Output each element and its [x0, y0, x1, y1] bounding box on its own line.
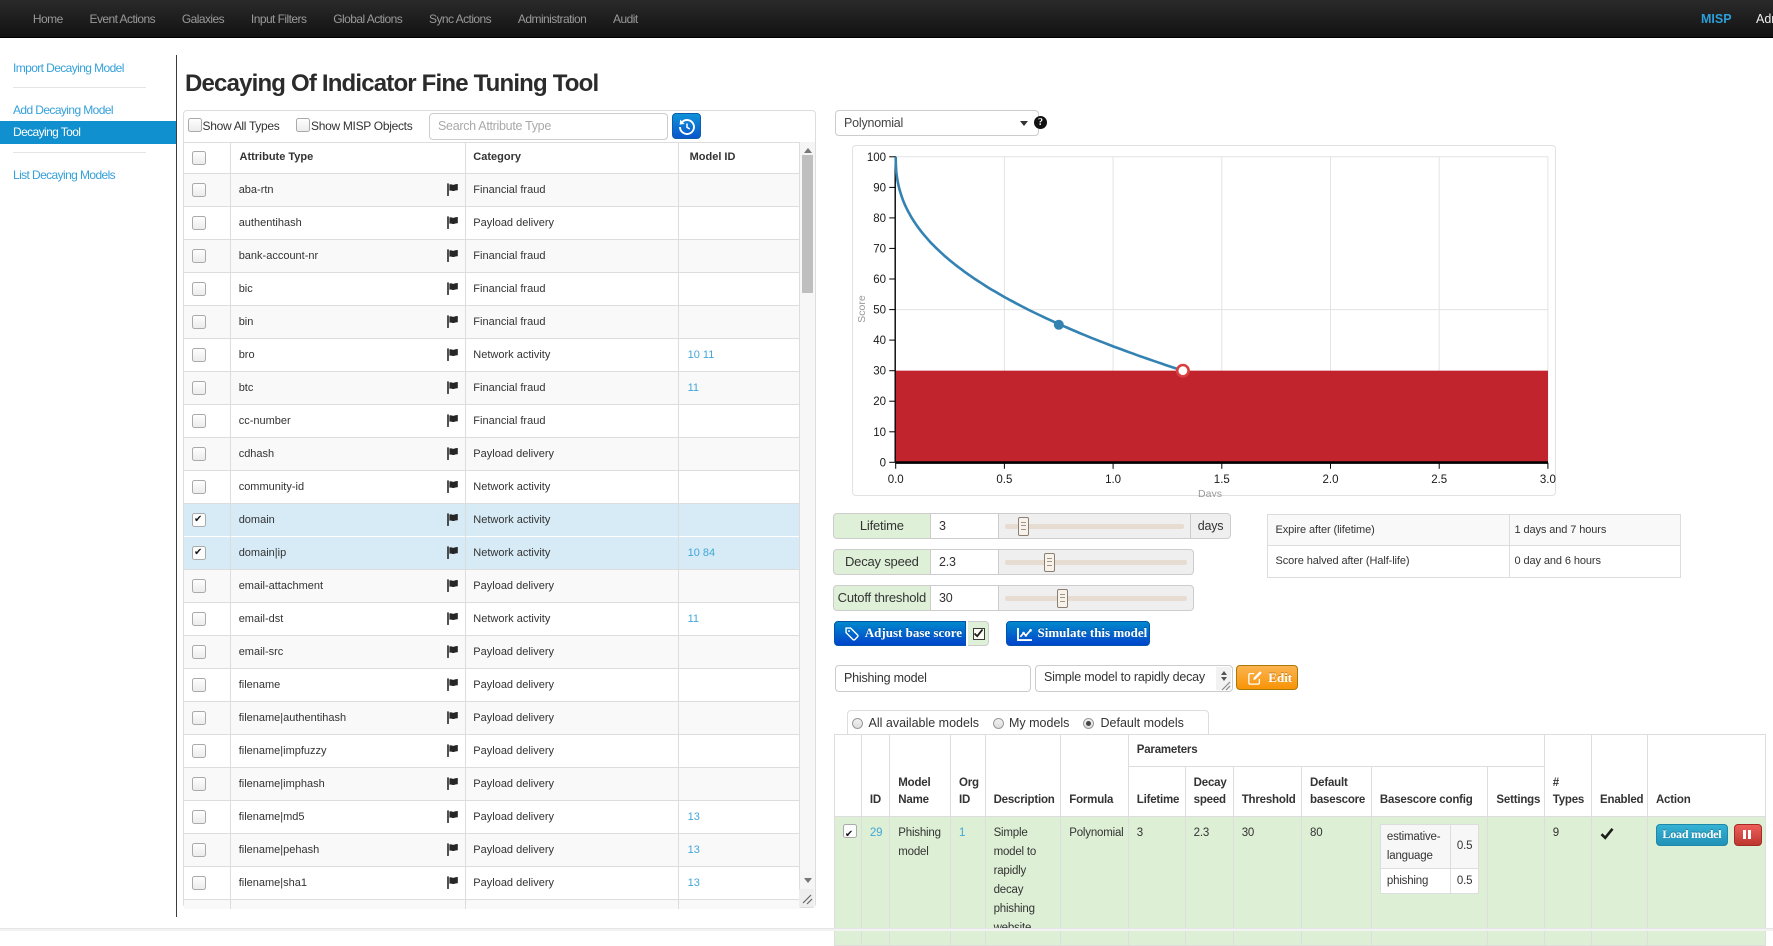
svg-text:0.0: 0.0 — [888, 474, 904, 486]
svg-text:10: 10 — [873, 427, 886, 439]
svg-text:20: 20 — [873, 396, 886, 408]
svg-text:2.0: 2.0 — [1323, 474, 1339, 486]
svg-text:1.0: 1.0 — [1105, 474, 1121, 486]
svg-text:30: 30 — [873, 366, 886, 378]
svg-text:100: 100 — [867, 152, 886, 164]
svg-text:60: 60 — [873, 274, 886, 286]
svg-text:40: 40 — [873, 335, 886, 347]
svg-text:3.0: 3.0 — [1540, 474, 1556, 486]
svg-text:1.5: 1.5 — [1214, 474, 1230, 486]
svg-text:90: 90 — [873, 182, 886, 194]
svg-text:Score: Score — [856, 295, 868, 323]
svg-text:80: 80 — [873, 213, 886, 225]
svg-text:70: 70 — [873, 243, 886, 255]
svg-text:0.5: 0.5 — [996, 474, 1012, 486]
svg-text:2.5: 2.5 — [1431, 474, 1447, 486]
svg-text:50: 50 — [873, 305, 886, 317]
svg-text:0: 0 — [880, 457, 886, 469]
svg-text:Days: Days — [1198, 488, 1222, 497]
